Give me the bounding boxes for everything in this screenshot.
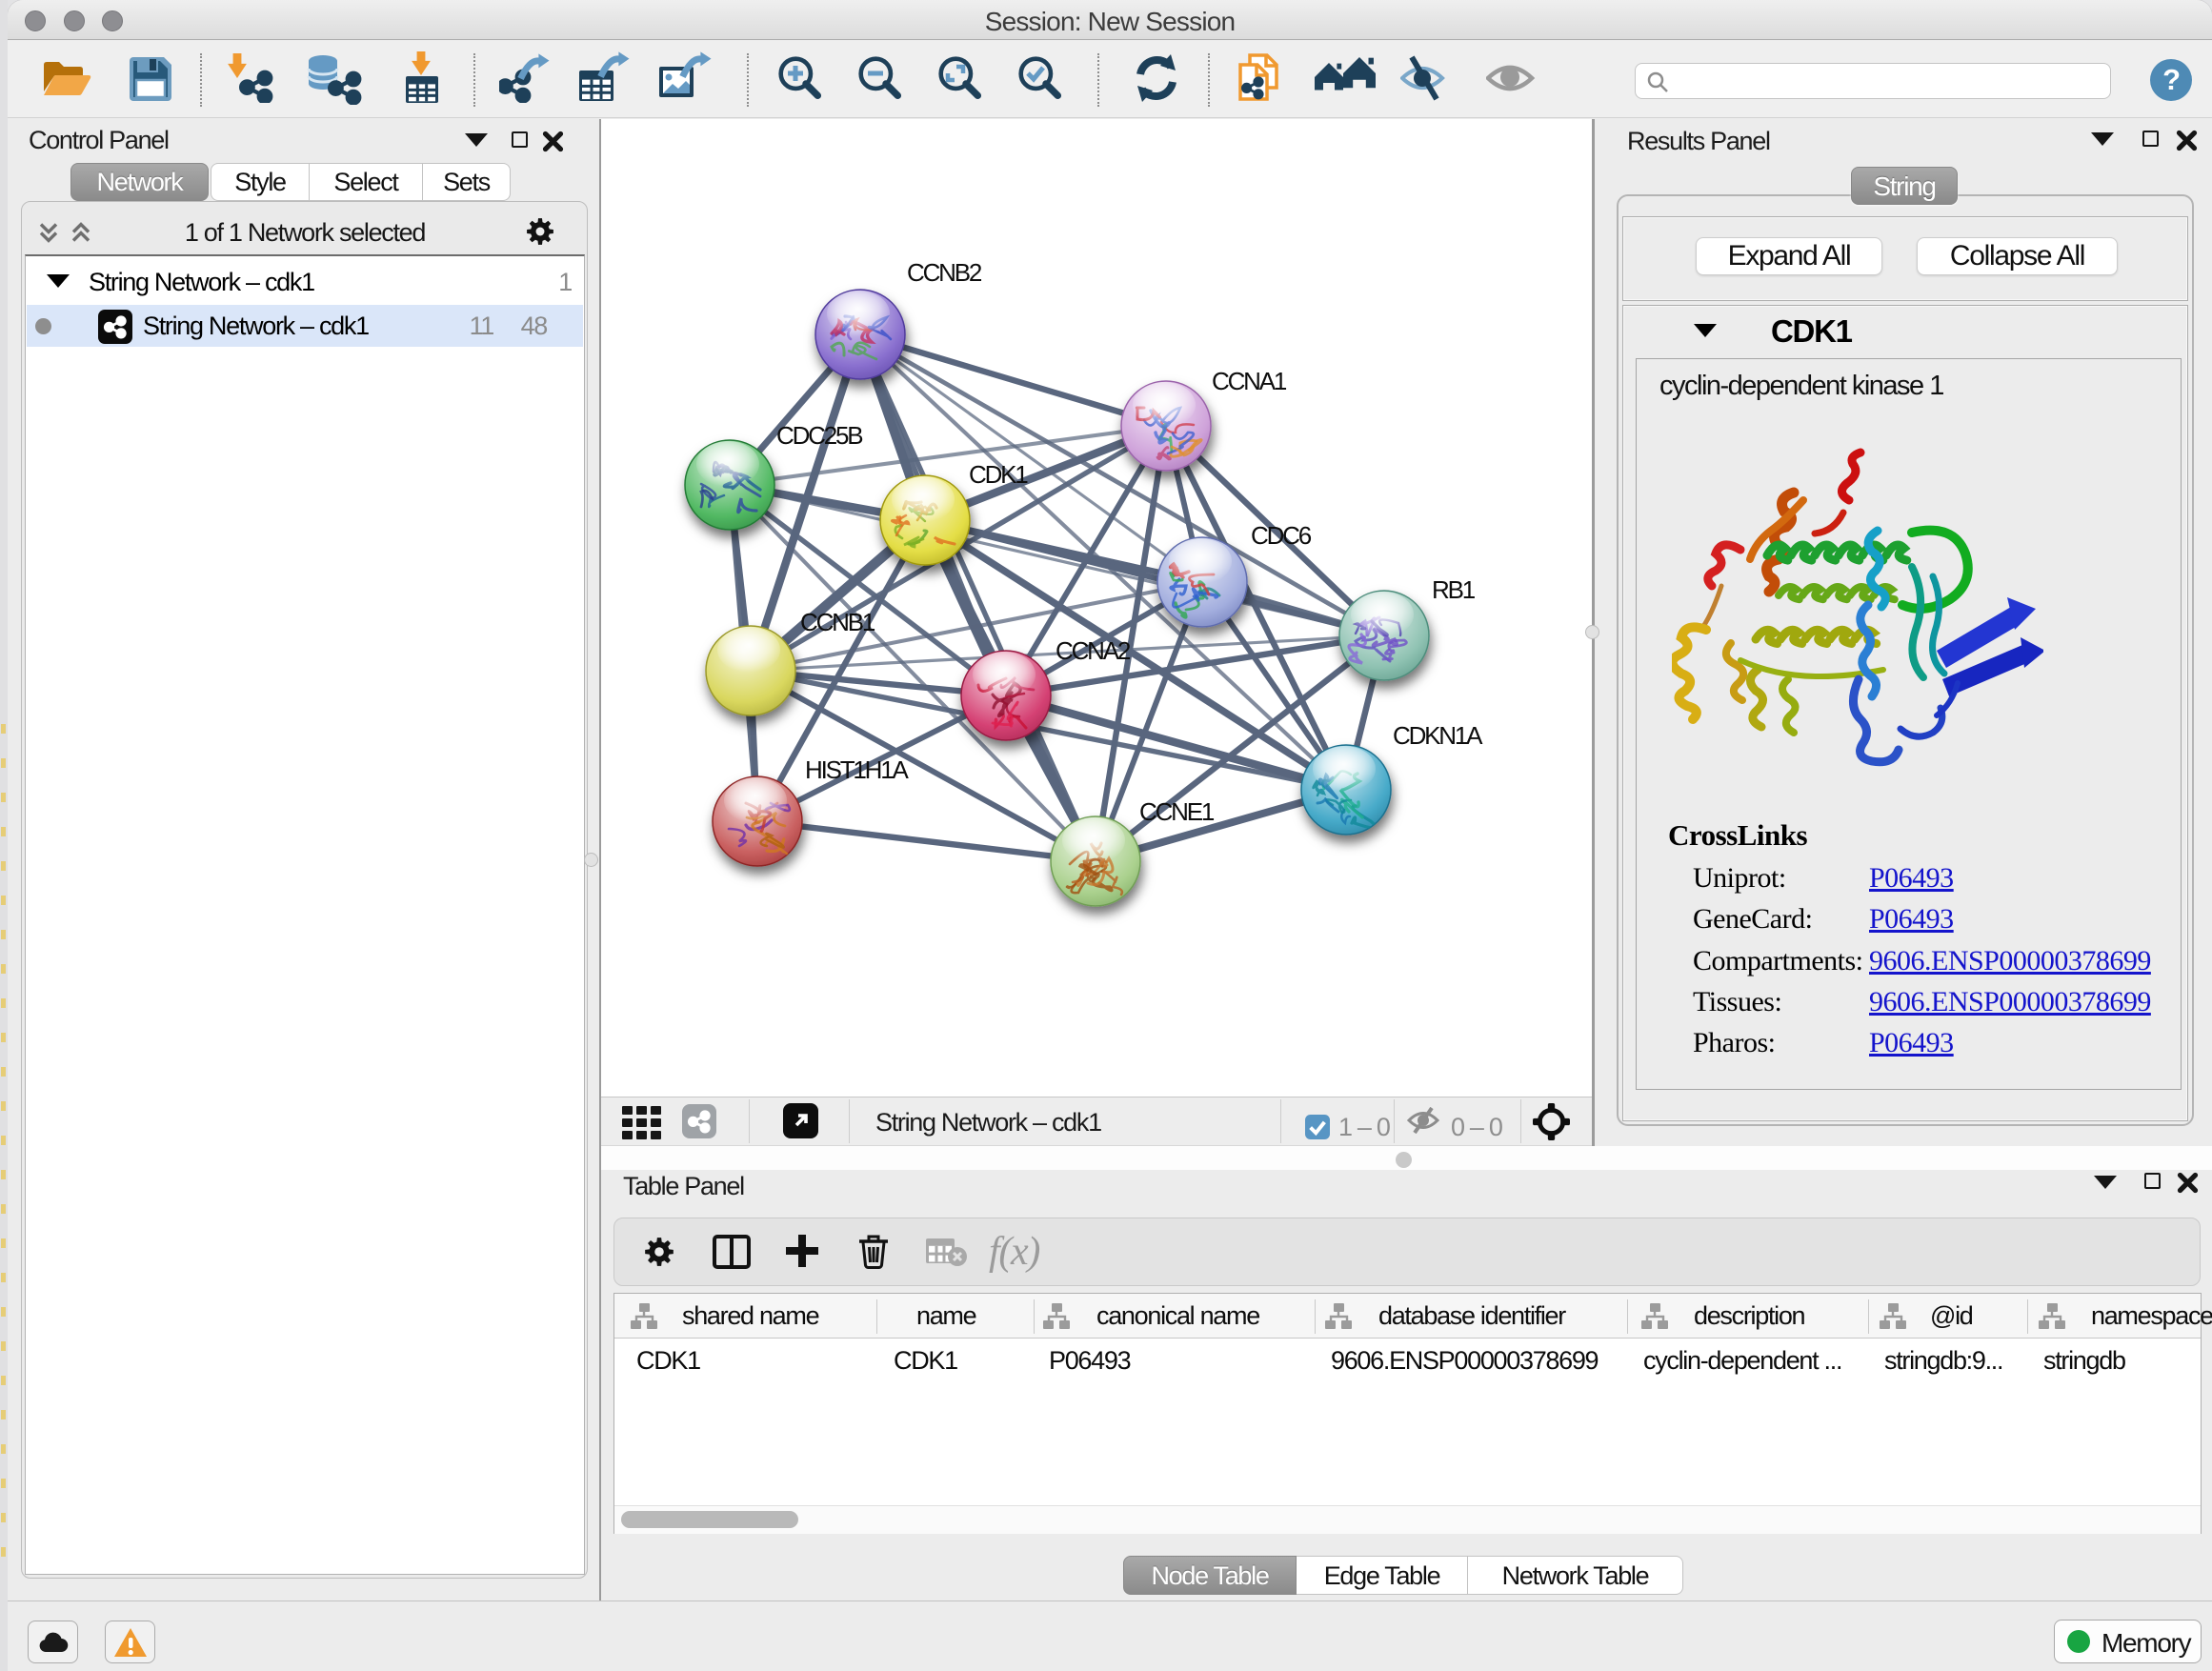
svg-text:CCNA2: CCNA2 — [1056, 636, 1131, 665]
svg-text:?: ? — [2162, 63, 2180, 96]
svg-text:CDC25B: CDC25B — [776, 421, 862, 450]
svg-text:HIST1H1A: HIST1H1A — [805, 755, 910, 784]
svg-text:CDK1: CDK1 — [969, 460, 1028, 489]
svg-text:RB1: RB1 — [1432, 575, 1476, 604]
svg-text:CDC6: CDC6 — [1251, 521, 1312, 550]
svg-text:CDKN1A: CDKN1A — [1393, 721, 1483, 750]
svg-text:CCNB2: CCNB2 — [907, 258, 982, 287]
svg-text:CCNA1: CCNA1 — [1212, 367, 1287, 395]
svg-text:CCNE1: CCNE1 — [1139, 797, 1215, 826]
svg-text:CCNB1: CCNB1 — [800, 608, 875, 636]
